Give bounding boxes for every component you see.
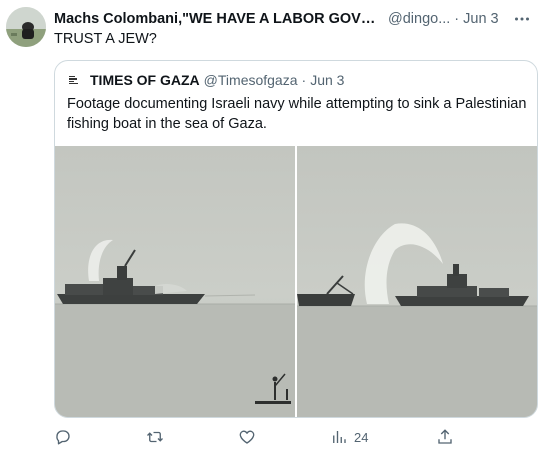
photo-left[interactable] [55, 146, 295, 417]
like-button[interactable] [238, 427, 256, 447]
quoted-time[interactable]: Jun 3 [310, 72, 344, 88]
tweet-header: Machs Colombani,"WE HAVE A LABOR GOVERN.… [54, 9, 539, 29]
views-count: 24 [354, 429, 369, 445]
tweet-text: TRUST A JEW? [54, 31, 157, 47]
retweet-icon [147, 431, 163, 443]
navy-ship-water-cannon [55, 146, 295, 417]
separator-dot: · [454, 11, 460, 27]
times-of-gaza-logo[interactable] [67, 72, 83, 88]
media-grid [55, 146, 537, 417]
quoted-text: Footage documenting Israeli navy while a… [67, 96, 527, 132]
quoted-handle[interactable]: @Timesofgaza [204, 72, 298, 88]
more-icon[interactable] [511, 9, 533, 29]
avatar-photo [6, 7, 46, 47]
action-bar: 24 [54, 427, 539, 447]
heart-icon [239, 430, 255, 444]
retweet-button[interactable] [146, 427, 164, 447]
quoted-separator-dot: · [301, 72, 307, 88]
share-button[interactable] [436, 427, 454, 447]
tweet-time[interactable]: Jun 3 [463, 9, 498, 29]
navy-ship-water-cannon [297, 146, 537, 417]
user-handle[interactable]: @dingo... [388, 9, 450, 29]
reply-icon [56, 430, 70, 445]
share-icon [438, 429, 452, 444]
quoted-tweet[interactable]: TIMES OF GAZA @Timesofgaza · Jun 3 Foota… [54, 60, 538, 418]
views-icon [333, 431, 346, 443]
quoted-header: TIMES OF GAZA @Timesofgaza · Jun 3 [67, 71, 344, 89]
views-button[interactable]: 24 [330, 427, 368, 447]
avatar[interactable] [6, 7, 46, 47]
reply-button[interactable] [54, 427, 72, 447]
display-name[interactable]: Machs Colombani,"WE HAVE A LABOR GOVERN.… [54, 9, 384, 29]
quoted-display-name[interactable]: TIMES OF GAZA [90, 72, 200, 88]
photo-right[interactable] [297, 146, 537, 417]
